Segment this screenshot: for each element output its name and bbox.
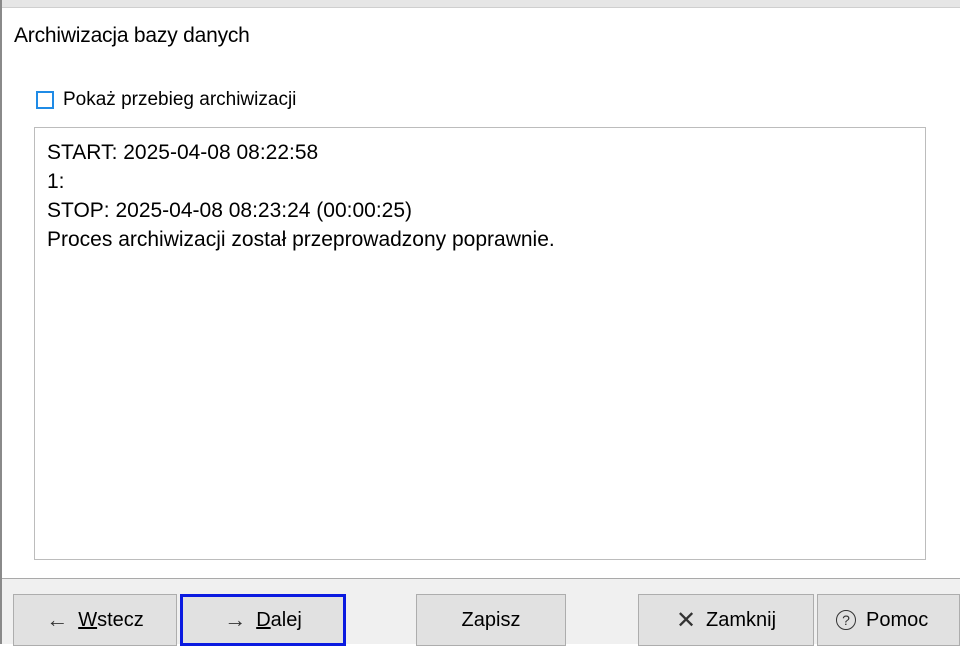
arrow-right-icon: → — [224, 607, 247, 632]
save-button-label: Zapisz — [461, 608, 521, 631]
log-textarea[interactable]: START: 2025-04-08 08:22:58 1: STOP: 2025… — [34, 127, 926, 560]
window-left-edge — [0, 0, 2, 644]
close-button[interactable]: ✕ Zamknij — [638, 594, 814, 646]
back-button-label: Wstecz — [78, 608, 144, 631]
next-button-label: Dalej — [256, 608, 302, 631]
save-button[interactable]: Zapisz — [416, 594, 566, 646]
show-progress-checkbox[interactable] — [36, 91, 54, 109]
dialog-title: Archiwizacja bazy danych — [14, 24, 250, 47]
help-icon: ? — [836, 610, 856, 630]
next-button[interactable]: → Dalej — [180, 594, 346, 646]
close-button-label: Zamknij — [706, 608, 777, 631]
close-icon: ✕ — [675, 606, 697, 634]
window-top-edge — [0, 0, 960, 8]
show-progress-label[interactable]: Pokaż przebieg archiwizacji — [63, 89, 296, 111]
log-line: Proces archiwizacji został przeprowadzon… — [47, 228, 555, 251]
help-button-label: Pomoc — [866, 608, 929, 631]
arrow-left-icon: ← — [46, 607, 69, 632]
log-line: STOP: 2025-04-08 08:23:24 (00:00:25) — [47, 199, 413, 222]
back-button[interactable]: ← Wstecz — [13, 594, 177, 646]
log-line: 1: — [47, 170, 65, 193]
show-progress-option[interactable]: Pokaż przebieg archiwizacji — [36, 87, 296, 113]
help-button[interactable]: ? Pomoc — [817, 594, 960, 646]
log-line: START: 2025-04-08 08:22:58 — [47, 141, 319, 164]
